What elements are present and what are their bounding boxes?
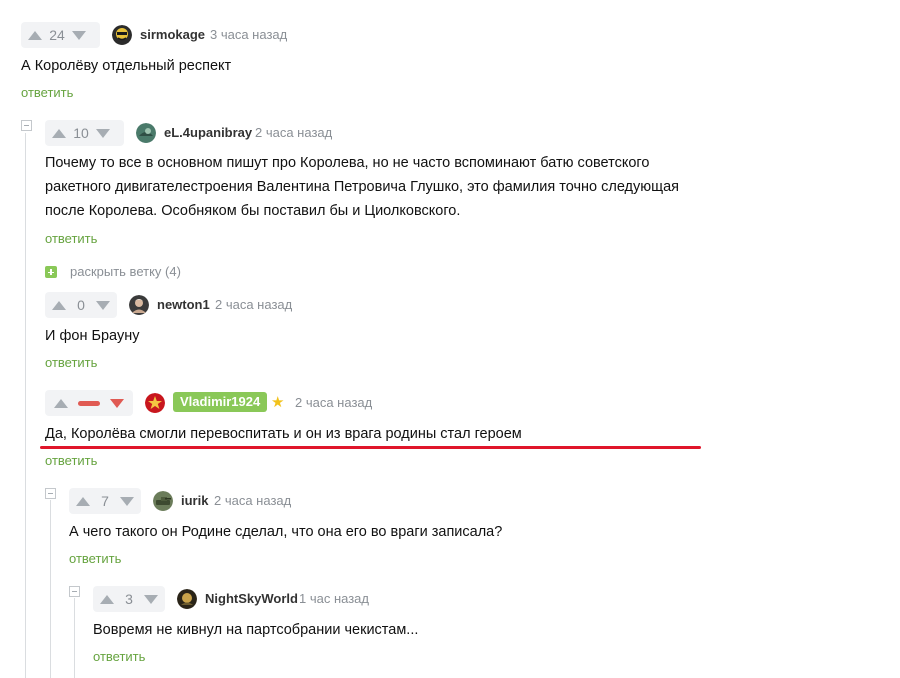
comment-text-line: после Королева. Особняком бы поставил бы… bbox=[45, 203, 461, 219]
vote-widget: 10 bbox=[45, 120, 124, 146]
highlight-underline bbox=[40, 446, 701, 449]
avatar[interactable] bbox=[136, 123, 156, 143]
vote-count: 0 bbox=[77, 297, 85, 313]
thread-line-1 bbox=[25, 133, 26, 678]
reply-link[interactable]: ответить bbox=[45, 355, 97, 371]
reply-link[interactable]: ответить bbox=[45, 231, 97, 247]
downvote-icon[interactable] bbox=[110, 398, 124, 408]
comment-text-line: Вовремя не кивнул на партсобрании чекист… bbox=[93, 622, 419, 638]
upvote-icon[interactable] bbox=[76, 496, 90, 506]
author-name[interactable]: iurik bbox=[181, 493, 208, 509]
expand-thread-link[interactable]: раскрыть ветку (4) bbox=[70, 264, 181, 280]
comment-text-line: Почему то все в основном пишут про Корол… bbox=[45, 155, 650, 171]
upvote-icon[interactable] bbox=[54, 398, 68, 408]
collapse-thread-button[interactable] bbox=[69, 586, 80, 597]
reply-link[interactable]: ответить bbox=[45, 453, 97, 469]
negative-rating-indicator bbox=[78, 400, 100, 406]
timestamp[interactable]: 2 часа назад bbox=[295, 395, 372, 411]
timestamp[interactable]: 1 час назад bbox=[299, 591, 369, 607]
upvote-icon[interactable] bbox=[28, 30, 42, 40]
author-name[interactable]: sirmokage bbox=[140, 27, 205, 43]
timestamp[interactable]: 2 часа назад bbox=[214, 493, 291, 509]
avatar[interactable] bbox=[145, 393, 165, 413]
avatar[interactable] bbox=[112, 25, 132, 45]
comment-text-line: ракетного дивигателестроения Валентина П… bbox=[45, 179, 679, 195]
timestamp[interactable]: 3 часа назад bbox=[210, 27, 287, 43]
avatar[interactable] bbox=[177, 589, 197, 609]
comment-text: А Королёву отдельный респект bbox=[21, 54, 231, 78]
downvote-icon[interactable] bbox=[96, 300, 110, 310]
vote-widget bbox=[45, 390, 133, 416]
comment-text-line: А чего такого он Родине сделал, что она … bbox=[69, 524, 503, 540]
comment-text: Да, Королёва смогли перевоспитать и он и… bbox=[45, 422, 522, 446]
author-name[interactable]: newton1 bbox=[157, 297, 210, 313]
downvote-icon[interactable] bbox=[120, 496, 134, 506]
thread-line-2 bbox=[50, 500, 51, 678]
vote-widget: 0 bbox=[45, 292, 117, 318]
expand-thread-icon[interactable] bbox=[45, 266, 57, 278]
timestamp[interactable]: 2 часа назад bbox=[255, 125, 332, 141]
comment-text: И фон Брауну bbox=[45, 324, 139, 348]
downvote-icon[interactable] bbox=[72, 30, 86, 40]
vote-count: 3 bbox=[125, 591, 133, 607]
vote-count: 7 bbox=[101, 493, 109, 509]
author-name[interactable]: NightSkyWorld bbox=[205, 591, 298, 607]
author-name-badge[interactable]: Vladimir1924 bbox=[173, 392, 268, 412]
star-icon: ★ bbox=[271, 394, 285, 411]
upvote-icon[interactable] bbox=[100, 594, 114, 604]
comment-text: Почему то все в основном пишут про Корол… bbox=[45, 151, 679, 223]
collapse-thread-button[interactable] bbox=[45, 488, 56, 499]
comment-text-line: И фон Брауну bbox=[45, 328, 140, 344]
downvote-icon[interactable] bbox=[144, 594, 158, 604]
vote-widget: 3 bbox=[93, 586, 165, 612]
reply-link[interactable]: ответить bbox=[21, 85, 73, 101]
vote-widget: 24 bbox=[21, 22, 100, 48]
comment-text-line: Да, Королёва смогли перевоспитать и он и… bbox=[45, 426, 522, 442]
reply-link[interactable]: ответить bbox=[69, 551, 121, 567]
reply-link[interactable]: ответить bbox=[93, 649, 145, 665]
avatar[interactable] bbox=[129, 295, 149, 315]
upvote-icon[interactable] bbox=[52, 300, 66, 310]
upvote-icon[interactable] bbox=[52, 128, 66, 138]
author-name[interactable]: eL.4upanibray bbox=[164, 125, 252, 141]
comment-text: А чего такого он Родине сделал, что она … bbox=[69, 520, 502, 544]
vote-count: 24 bbox=[49, 27, 65, 43]
comment-text-line: А Королёву отдельный респект bbox=[21, 58, 232, 74]
collapse-thread-button[interactable] bbox=[21, 120, 32, 131]
thread-line-3 bbox=[74, 598, 75, 678]
avatar[interactable] bbox=[153, 491, 173, 511]
timestamp[interactable]: 2 часа назад bbox=[215, 297, 292, 313]
vote-count: 10 bbox=[73, 125, 89, 141]
comment-text: Вовремя не кивнул на партсобрании чекист… bbox=[93, 618, 418, 642]
vote-widget: 7 bbox=[69, 488, 141, 514]
downvote-icon[interactable] bbox=[96, 128, 110, 138]
